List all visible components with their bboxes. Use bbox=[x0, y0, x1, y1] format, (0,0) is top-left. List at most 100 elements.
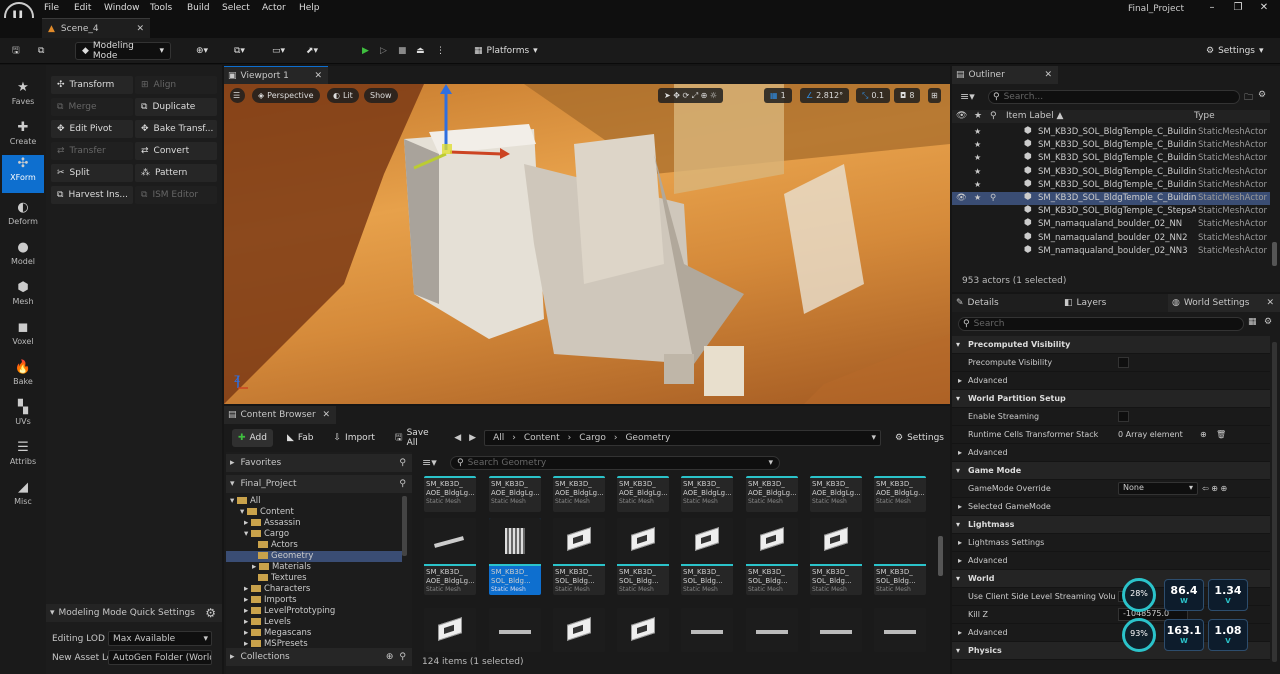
menu-file[interactable]: File bbox=[44, 3, 59, 13]
menu-window[interactable]: Window bbox=[104, 3, 140, 13]
filter-icon[interactable]: ≡▾ bbox=[960, 90, 975, 103]
import-button[interactable]: ⇩ Import bbox=[328, 429, 381, 447]
grid-snap-button[interactable]: ▦ 1 bbox=[764, 88, 792, 103]
asset-tile[interactable]: SM_KB3D_ SOL_Bldg... Static Mesh bbox=[617, 518, 669, 595]
editing-lod-dropdown[interactable]: Max Available ▾ bbox=[108, 631, 212, 646]
camera-speed-button[interactable]: ◘ 8 bbox=[894, 88, 921, 103]
asset-tile[interactable]: SM_KB3D_ AOE_BldgLg... Static Mesh bbox=[553, 476, 605, 512]
ism-editor-tool-button[interactable]: ⧉ ISM Editor bbox=[135, 186, 217, 204]
select-mode-icon[interactable]: ➤ ✥ ⟳ ⤢ ⊕ ☼ bbox=[658, 88, 724, 103]
tab-scene[interactable]: ▲ Scene_4 ✕ bbox=[42, 18, 150, 38]
outliner-row[interactable]: ★ ⬢ SM_KB3D_SOL_BldgTemple_C_BuildingB Stat… bbox=[952, 166, 1270, 179]
asset-tile[interactable] bbox=[810, 608, 862, 652]
edit-pivot-tool-button[interactable]: ✥ Edit Pivot bbox=[51, 120, 133, 138]
blueprint-icon[interactable]: ⧉▾ bbox=[228, 42, 251, 60]
visibility-icon[interactable]: 👁 bbox=[956, 193, 967, 203]
rotation-snap-button[interactable]: ∠ 2.812° bbox=[800, 88, 850, 103]
play-icon[interactable]: ▶ bbox=[356, 42, 375, 60]
asset-tile[interactable]: SM_KB3D_ AOE_BldgLg... Static Mesh bbox=[874, 476, 926, 512]
lit-button[interactable]: ◐ Lit bbox=[327, 88, 359, 103]
col-type[interactable]: Type bbox=[1194, 111, 1215, 121]
asset-tile[interactable]: SM_KB3D_ AOE_BldgLg... Static Mesh bbox=[810, 476, 862, 512]
menu-actor[interactable]: Actor bbox=[262, 3, 286, 13]
content-icon[interactable]: ⧉ bbox=[32, 42, 50, 60]
outliner-row[interactable]: ⬢ SM_namaqualand_boulder_02_NN2 StaticMesh… bbox=[952, 232, 1270, 245]
maximize-viewport-icon[interactable]: ⊞ bbox=[928, 88, 941, 103]
tab-content-browser[interactable]: ▤ Content Browser ✕ bbox=[224, 406, 336, 424]
scale-snap-button[interactable]: ⤡ 0.1 bbox=[856, 88, 891, 103]
transform-tool-button[interactable]: ✣ Transform bbox=[51, 76, 133, 94]
table-view-icon[interactable]: ▦ bbox=[1248, 317, 1257, 327]
asset-tile[interactable]: SM_KB3D_ AOE_BldgLg... Static Mesh bbox=[617, 476, 669, 512]
outliner-scrollbar[interactable] bbox=[1272, 242, 1277, 266]
details-row[interactable]: ▾ Game Mode bbox=[952, 462, 1270, 480]
add-folder-icon[interactable]: 🗀 bbox=[1244, 90, 1253, 106]
rail-uvs[interactable]: ▚ UVs bbox=[2, 399, 44, 437]
asset-scrollbar[interactable] bbox=[938, 536, 943, 576]
asset-tile[interactable] bbox=[553, 608, 605, 652]
outliner-row[interactable]: ★ ⬢ SM_KB3D_SOL_BldgTemple_C_BuildingB Stat… bbox=[952, 126, 1270, 139]
asset-tile[interactable] bbox=[424, 608, 476, 652]
details-scrollbar[interactable] bbox=[1272, 342, 1277, 662]
details-row[interactable]: ▾ World Partition Setup bbox=[952, 390, 1270, 408]
rail-faves[interactable]: ★ Faves bbox=[2, 79, 44, 117]
gear-icon[interactable]: ⚙ bbox=[1264, 317, 1272, 327]
details-row[interactable]: ▾ Lightmass bbox=[952, 516, 1270, 534]
pin-icon[interactable]: ⚲ bbox=[990, 193, 996, 203]
save-icon[interactable]: 🖫 bbox=[6, 42, 26, 60]
asset-tile[interactable]: SM_KB3D_ SOL_Bldg... Static Mesh bbox=[874, 518, 926, 595]
duplicate-tool-button[interactable]: ⧉ Duplicate bbox=[135, 98, 217, 116]
add-actor-icon[interactable]: ⊕▾ bbox=[190, 42, 214, 60]
outliner-row[interactable]: ⬢ SM_namaqualand_boulder_02_NN StaticMeshA… bbox=[952, 218, 1270, 231]
transfer-tool-button[interactable]: ⇄ Transfer bbox=[51, 142, 133, 160]
details-row[interactable]: ▸ Advanced bbox=[952, 444, 1270, 462]
tab-details[interactable]: ✎ Details bbox=[956, 298, 999, 308]
search-icon[interactable]: ⚲ bbox=[399, 458, 406, 468]
folder-actors[interactable]: Actors bbox=[226, 540, 298, 551]
details-row[interactable]: ▸ Advanced bbox=[952, 552, 1270, 570]
asset-tile[interactable]: SM_KB3D_ SOL_Bldg... Static Mesh bbox=[681, 518, 733, 595]
close-tab-icon[interactable]: ✕ bbox=[322, 410, 330, 420]
asset-tile[interactable] bbox=[489, 608, 541, 652]
cb-settings-button[interactable]: ⚙ Settings bbox=[889, 429, 950, 447]
asset-tile[interactable]: SM_KB3D_ AOE_BldgLg... Static Mesh bbox=[424, 476, 476, 512]
play-next-icon[interactable]: ▷ bbox=[374, 42, 393, 60]
star-icon[interactable]: ★ bbox=[974, 127, 981, 136]
tab-layers[interactable]: ◧ Layers bbox=[1064, 298, 1106, 308]
asset-tile[interactable]: SM_KB3D_ AOE_BldgLg... Static Mesh bbox=[681, 476, 733, 512]
rail-deform[interactable]: ◐ Deform bbox=[2, 199, 44, 237]
add-collection-icon[interactable]: ⊕ bbox=[386, 652, 394, 662]
breadcrumb-cargo[interactable]: Cargo bbox=[579, 433, 606, 443]
chevron-down-icon[interactable]: ▾ bbox=[871, 433, 876, 443]
eject-icon[interactable]: ⏏ bbox=[410, 42, 431, 60]
folder-materials[interactable]: ▸ Materials bbox=[226, 562, 311, 573]
level-viewport[interactable]: Z ☰ ◈ Perspective ◐ Lit Show ➤ ✥ ⟳ ⤢ ⊕ ☼ ▦… bbox=[224, 84, 950, 404]
folder-imports[interactable]: ▸ Imports bbox=[226, 595, 297, 606]
folder-levels[interactable]: ▸ Levels bbox=[226, 617, 291, 628]
folder-cargo[interactable]: ▾ Cargo bbox=[226, 529, 289, 540]
rail-voxel[interactable]: ◼ Voxel bbox=[2, 319, 44, 357]
property-checkbox[interactable] bbox=[1118, 357, 1129, 368]
folder-megascans[interactable]: ▸ Megascans bbox=[226, 628, 311, 639]
save-all-button[interactable]: 🖫 Save All bbox=[389, 428, 446, 448]
more-icon[interactable]: ⋮ bbox=[430, 42, 451, 60]
gamemode-dropdown[interactable]: None ▾ bbox=[1118, 482, 1198, 495]
folder-assassin[interactable]: ▸ Assassin bbox=[226, 518, 300, 529]
star-icon[interactable]: ★ bbox=[974, 193, 981, 202]
fab-button[interactable]: ◣ Fab bbox=[281, 429, 320, 447]
rail-create[interactable]: ✚ Create bbox=[2, 119, 44, 157]
close-tab-icon[interactable]: ✕ bbox=[314, 71, 322, 81]
close-tab-icon[interactable]: ✕ bbox=[1266, 298, 1274, 308]
asset-tile[interactable] bbox=[746, 608, 798, 652]
rail-bake[interactable]: 🔥 Bake bbox=[2, 359, 44, 397]
transform-icon[interactable]: ⬈▾ bbox=[300, 42, 324, 60]
outliner-search-input[interactable]: ⚲ Search... bbox=[988, 90, 1240, 104]
star-icon[interactable]: ★ bbox=[974, 180, 981, 189]
folder-characters[interactable]: ▸ Characters bbox=[226, 584, 310, 595]
project-header[interactable]: ▾ Final_Project ⚲ bbox=[226, 475, 412, 493]
rail-misc[interactable]: ◢ Misc bbox=[2, 479, 44, 517]
asset-tile[interactable]: SM_KB3D_ AOE_BldgLg... Static Mesh bbox=[424, 518, 476, 595]
align-tool-button[interactable]: ⊞ Align bbox=[135, 76, 217, 94]
tab-viewport[interactable]: ▣ Viewport 1 ✕ bbox=[224, 66, 328, 84]
minimize-icon[interactable]: – bbox=[1202, 2, 1222, 16]
